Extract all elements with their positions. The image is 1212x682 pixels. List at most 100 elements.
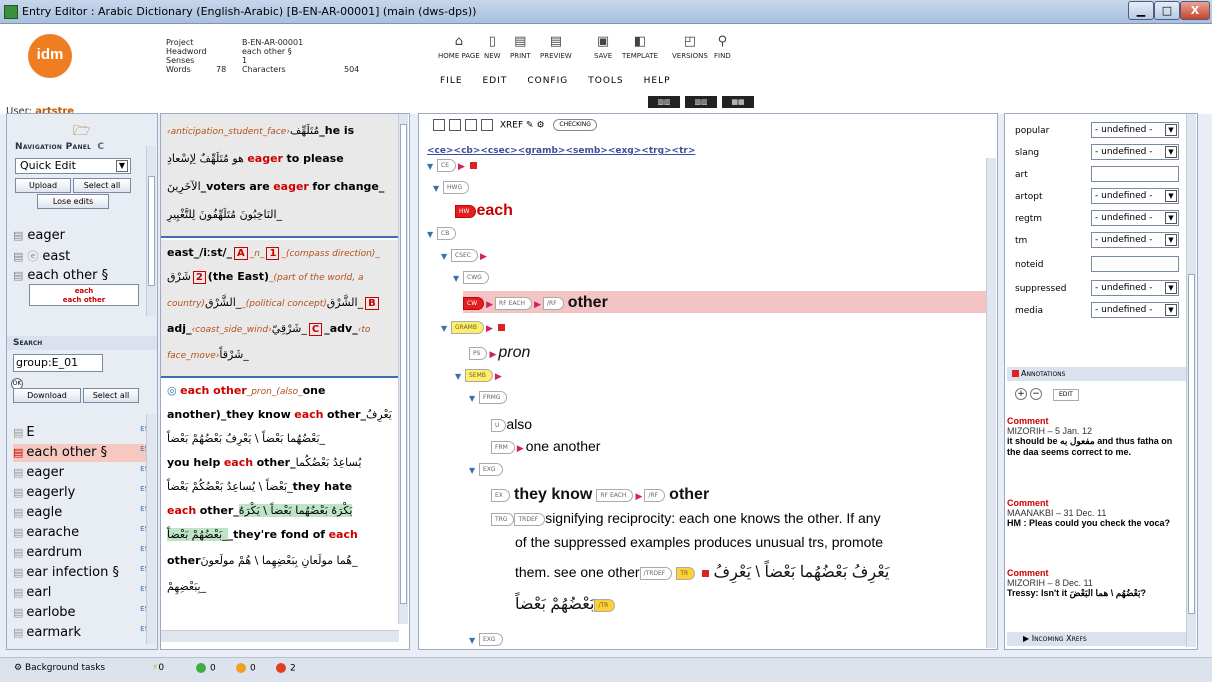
node-trdef-end[interactable]: them. see one other/TRDEF TR يَعْرِفُ بَ…: [515, 562, 889, 582]
maximize-button[interactable]: □: [1154, 1, 1180, 20]
list-item[interactable]: ▤ earache ES: [13, 524, 149, 542]
scroll-thumb[interactable]: [148, 176, 155, 286]
popular-select[interactable]: - undefined - ▼: [1091, 122, 1179, 138]
collapse-icon[interactable]: [481, 119, 493, 131]
suppressed-select[interactable]: - undefined - ▼: [1091, 280, 1179, 296]
edit-annotation-button[interactable]: EDIT: [1053, 389, 1079, 401]
list-item-selected[interactable]: ▤ each other § ES: [13, 444, 149, 462]
node-csec[interactable]: ▼ CSEC ▶: [441, 248, 489, 263]
download-button[interactable]: Download: [13, 388, 81, 403]
node-exg-2[interactable]: ▼ EXG: [469, 632, 503, 647]
menu-config[interactable]: CONFIG: [527, 76, 568, 86]
preview-button[interactable]: ▤ PREVIEW: [540, 34, 572, 60]
expand-icon[interactable]: [465, 119, 477, 131]
list-item[interactable]: ▤ eager ES: [13, 464, 149, 482]
versions-button[interactable]: ◰ VERSIONS: [672, 34, 708, 60]
layout-2col-icon[interactable]: ▥▥: [685, 96, 717, 108]
layout-grid-icon[interactable]: ▦▦: [722, 96, 754, 108]
layout-3col-icon[interactable]: ▥▥: [648, 96, 680, 108]
select-all-button-2[interactable]: Select all: [83, 388, 139, 403]
open-folder-icon[interactable]: 🗁: [73, 120, 90, 144]
node-cb[interactable]: ▼ CB: [427, 226, 457, 241]
refresh-icon[interactable]: C: [97, 142, 104, 152]
search-input[interactable]: group:E_01: [13, 354, 103, 372]
art-input[interactable]: [1091, 166, 1179, 182]
new-button[interactable]: ▯ NEW: [484, 34, 501, 60]
node-semb[interactable]: ▼ SEMB ▶: [455, 368, 504, 383]
status-green: 0: [196, 663, 216, 674]
noteid-input[interactable]: [1091, 256, 1179, 272]
list-item[interactable]: ▤ earl ES: [13, 584, 149, 602]
node-tr-end[interactable]: بَعْضُهُمْ بَعْضاً/TR: [515, 594, 616, 614]
add-annotation-icon[interactable]: +: [1015, 388, 1027, 400]
print-button[interactable]: ▤ PRINT: [510, 34, 531, 60]
menu-edit[interactable]: EDIT: [483, 76, 508, 86]
editor-scrollbar[interactable]: [986, 158, 996, 648]
nav-scrollbar[interactable]: [146, 146, 156, 316]
comment-item[interactable]: Comment MAANAKBI – 31 Dec. 11 HM : Pleas c…: [1007, 498, 1185, 528]
list-item[interactable]: ▤ E ES: [13, 424, 149, 442]
home-page-button[interactable]: ⌂ HOME PAGE: [438, 34, 480, 60]
node-ps[interactable]: PS ▶ pron: [469, 344, 530, 362]
checking-button[interactable]: CHECKING: [553, 119, 597, 131]
document-icon: ▤: [13, 229, 24, 242]
close-button[interactable]: X: [1180, 1, 1210, 20]
slang-select[interactable]: - undefined - ▼: [1091, 144, 1179, 160]
node-frmg[interactable]: ▼ FRMG: [469, 390, 508, 405]
media-select[interactable]: - undefined - ▼: [1091, 302, 1179, 318]
lose-edits-button[interactable]: Lose edits: [37, 194, 109, 209]
node-frm[interactable]: FRM ▶ one another: [491, 438, 600, 455]
remove-annotation-icon[interactable]: −: [1030, 388, 1042, 400]
scroll-thumb[interactable]: [400, 124, 407, 604]
xref-button[interactable]: XREF: [500, 121, 523, 131]
node-cwg[interactable]: ▼ CWG: [453, 270, 489, 285]
nav-entry[interactable]: ▤ ⓔ east: [13, 248, 70, 264]
nav-entry[interactable]: ▤ each other §: [13, 268, 108, 283]
select-all-button[interactable]: Select all: [73, 178, 131, 193]
artopt-select[interactable]: - undefined - ▼: [1091, 188, 1179, 204]
list-item[interactable]: ▤ eardrum ES: [13, 544, 149, 562]
node-trg[interactable]: TRG TRDEF signifying reciprocity: each one…: [491, 510, 881, 527]
edit-mode-select[interactable]: Quick Edit ▼: [15, 158, 131, 174]
incoming-xrefs-header[interactable]: ▶ Incoming Xrefs: [1007, 632, 1193, 646]
expand-all-icon[interactable]: [433, 119, 445, 131]
list-scrollbar[interactable]: [146, 414, 156, 644]
list-item[interactable]: ▤ eagle ES: [13, 504, 149, 522]
node-hwg[interactable]: ▼ HWG: [433, 180, 470, 195]
menu-tools[interactable]: TOOLS: [588, 76, 623, 86]
find-button[interactable]: ⚲ FIND: [714, 34, 731, 60]
nav-sub-entries[interactable]: each each other: [29, 284, 139, 306]
tools-icon[interactable]: ⚙: [536, 121, 544, 131]
node-ex[interactable]: EX they know RF EACH ▶/RF other: [491, 486, 709, 504]
annotations-header[interactable]: Annotations: [1007, 367, 1193, 381]
regtm-select[interactable]: - undefined - ▼: [1091, 210, 1179, 226]
node-gramb[interactable]: ▼ GRAMB ▶: [441, 320, 505, 335]
list-item[interactable]: ▤ earmark ES: [13, 624, 149, 642]
menu-file[interactable]: FILE: [440, 76, 463, 86]
minimize-button[interactable]: ▁: [1128, 1, 1154, 20]
preview-hscrollbar[interactable]: [161, 630, 399, 642]
background-tasks[interactable]: ⚙ Background tasks: [14, 663, 105, 673]
list-item[interactable]: ▤ ear infection § ES: [13, 564, 149, 582]
node-exg[interactable]: ▼ EXG: [469, 462, 503, 477]
list-item[interactable]: ▤ earlobe ES: [13, 604, 149, 622]
properties-scrollbar[interactable]: [1186, 114, 1196, 647]
menu-help[interactable]: HELP: [644, 76, 671, 86]
tm-select[interactable]: - undefined - ▼: [1091, 232, 1179, 248]
template-button[interactable]: ◧ TEMPLATE: [622, 34, 658, 60]
node-cw[interactable]: CW ▶ RF EACH ▶/RF other: [463, 294, 608, 312]
comment-item[interactable]: Comment MIZORIH – 5 Jan. 12 it should be م…: [1007, 416, 1185, 457]
scroll-thumb[interactable]: [1188, 274, 1195, 614]
list-item[interactable]: ▤ eagerly ES: [13, 484, 149, 502]
entry-meta: Project B-EN-AR-00001 Headword each other …: [166, 38, 360, 74]
nav-entry[interactable]: ▤ eager: [13, 228, 65, 243]
node-ce[interactable]: ▼ CE ▶: [427, 158, 477, 173]
collapse-all-icon[interactable]: [449, 119, 461, 131]
preview-scrollbar[interactable]: [398, 114, 408, 624]
node-u[interactable]: Ualso: [491, 416, 532, 433]
comment-item[interactable]: Comment MIZORIH – 8 Dec. 11 Tressy: Isn't …: [1007, 568, 1185, 599]
node-hw[interactable]: HW each: [455, 202, 513, 220]
save-button[interactable]: ▣ SAVE: [594, 34, 612, 60]
upload-button[interactable]: Upload: [15, 178, 71, 193]
note-icon[interactable]: ✎: [526, 121, 534, 131]
